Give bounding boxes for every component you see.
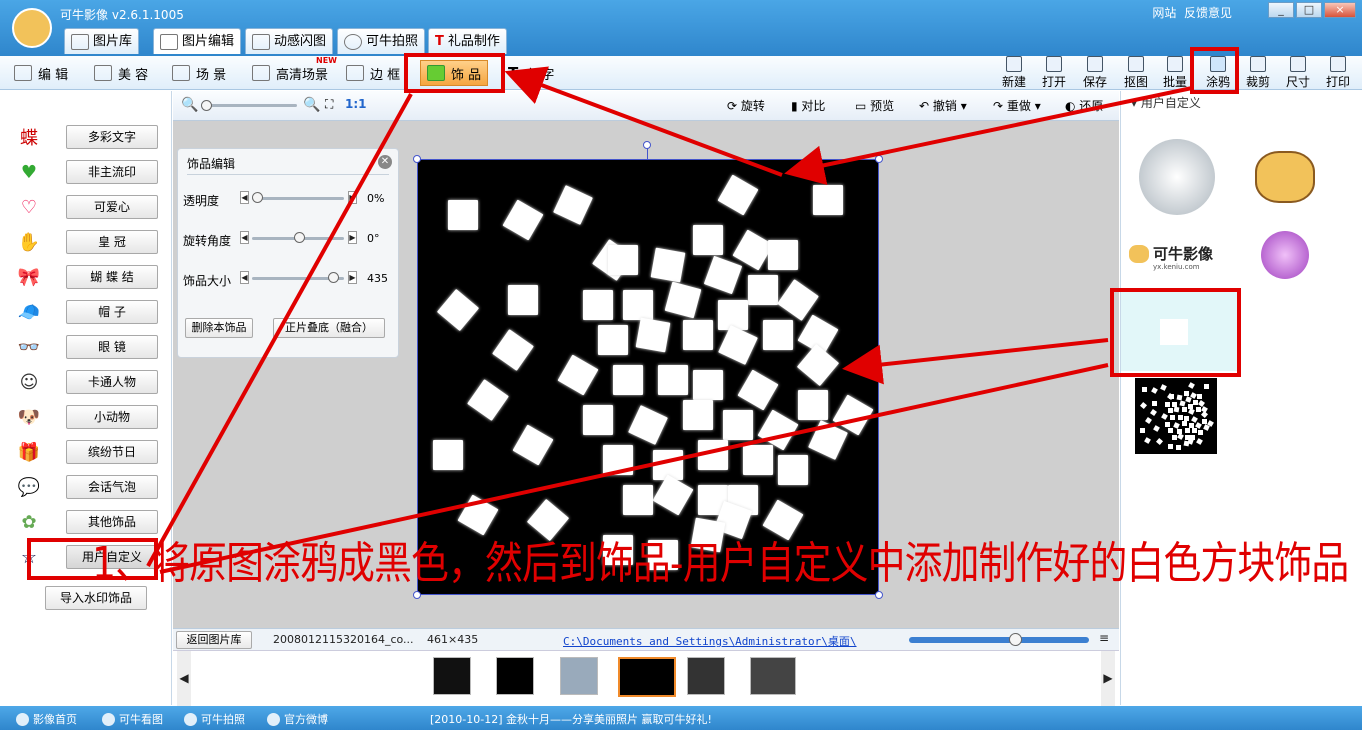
annotation-caption: 1、将原图涂鸦成黑色，然后到饰品-用户自定义中添加制作好的白色方块饰品 (92, 538, 1349, 589)
arrow-to-decoration-tab (504, 66, 783, 177)
annotation-arrows (146, 66, 1193, 574)
arrow-doodle-to-canvas (784, 86, 1193, 185)
arrow-custom-to-canvas (842, 338, 1109, 385)
arrow-tab-to-custom (146, 93, 413, 567)
